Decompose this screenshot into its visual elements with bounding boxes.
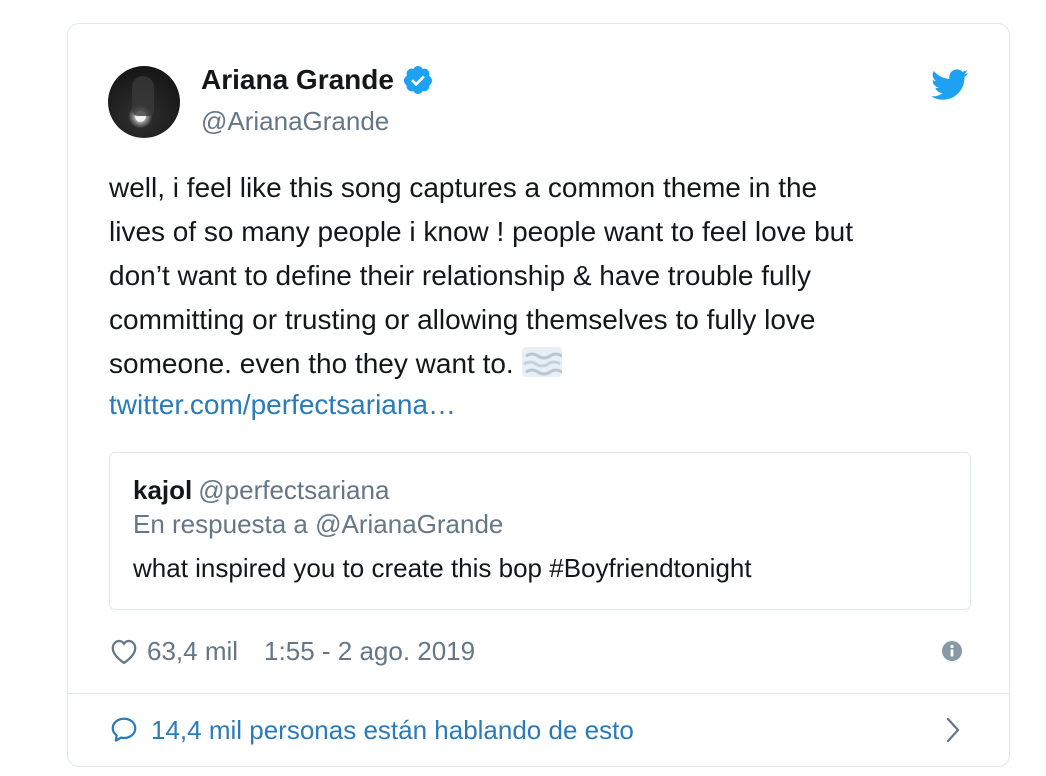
tweet-meta: 63,4 mil 1:55 - 2 ago. 2019 bbox=[109, 634, 475, 668]
quoted-author-handle: @perfectsariana bbox=[198, 475, 390, 505]
quoted-header: kajol @perfectsariana bbox=[133, 475, 389, 506]
like-count[interactable]: 63,4 mil bbox=[147, 636, 238, 667]
info-icon[interactable] bbox=[941, 640, 963, 662]
tweet-line-last: someone. even tho they want to. bbox=[109, 342, 969, 386]
tweet-line: lives of so many people i know ! people … bbox=[109, 216, 853, 247]
reply-bubble-icon bbox=[111, 717, 137, 742]
tweet-card: Ariana Grande @ArianaGrande well, i feel… bbox=[67, 23, 1010, 767]
divider bbox=[68, 693, 1009, 694]
author-name-row[interactable]: Ariana Grande bbox=[201, 64, 434, 96]
quoted-author-name: kajol bbox=[133, 475, 193, 505]
twitter-bird-icon[interactable] bbox=[931, 68, 969, 102]
tweet-timestamp[interactable]: 1:55 - 2 ago. 2019 bbox=[264, 636, 475, 667]
tweet-line: don’t want to define their relationship … bbox=[109, 260, 811, 291]
tweet-line: someone. even tho they want to. bbox=[109, 348, 514, 379]
author-handle[interactable]: @ArianaGrande bbox=[201, 106, 389, 137]
chevron-right-icon[interactable] bbox=[945, 716, 961, 744]
tweet-line: committing or trusting or allowing thems… bbox=[109, 304, 816, 335]
quoted-reply-to: En respuesta a @ArianaGrande bbox=[133, 509, 504, 539]
verified-badge-icon bbox=[403, 66, 432, 94]
tweet-line: well, i feel like this song captures a c… bbox=[109, 172, 818, 203]
tweet-text: well, i feel like this song captures a c… bbox=[109, 166, 969, 386]
fog-emoji-icon bbox=[521, 347, 562, 377]
conversation-link[interactable]: 14,4 mil personas están hablando de esto bbox=[109, 712, 634, 748]
conversation-label[interactable]: 14,4 mil personas están hablando de esto bbox=[151, 715, 634, 746]
quoted-text: what inspired you to create this bop #Bo… bbox=[133, 553, 752, 583]
heart-icon[interactable] bbox=[109, 637, 139, 665]
avatar[interactable] bbox=[108, 66, 180, 138]
quoted-tweet[interactable]: kajol @perfectsariana En respuesta a @Ari… bbox=[109, 452, 971, 610]
author-name[interactable]: Ariana Grande bbox=[201, 64, 394, 96]
tweet-link[interactable]: twitter.com/perfectsariana… bbox=[109, 389, 456, 421]
